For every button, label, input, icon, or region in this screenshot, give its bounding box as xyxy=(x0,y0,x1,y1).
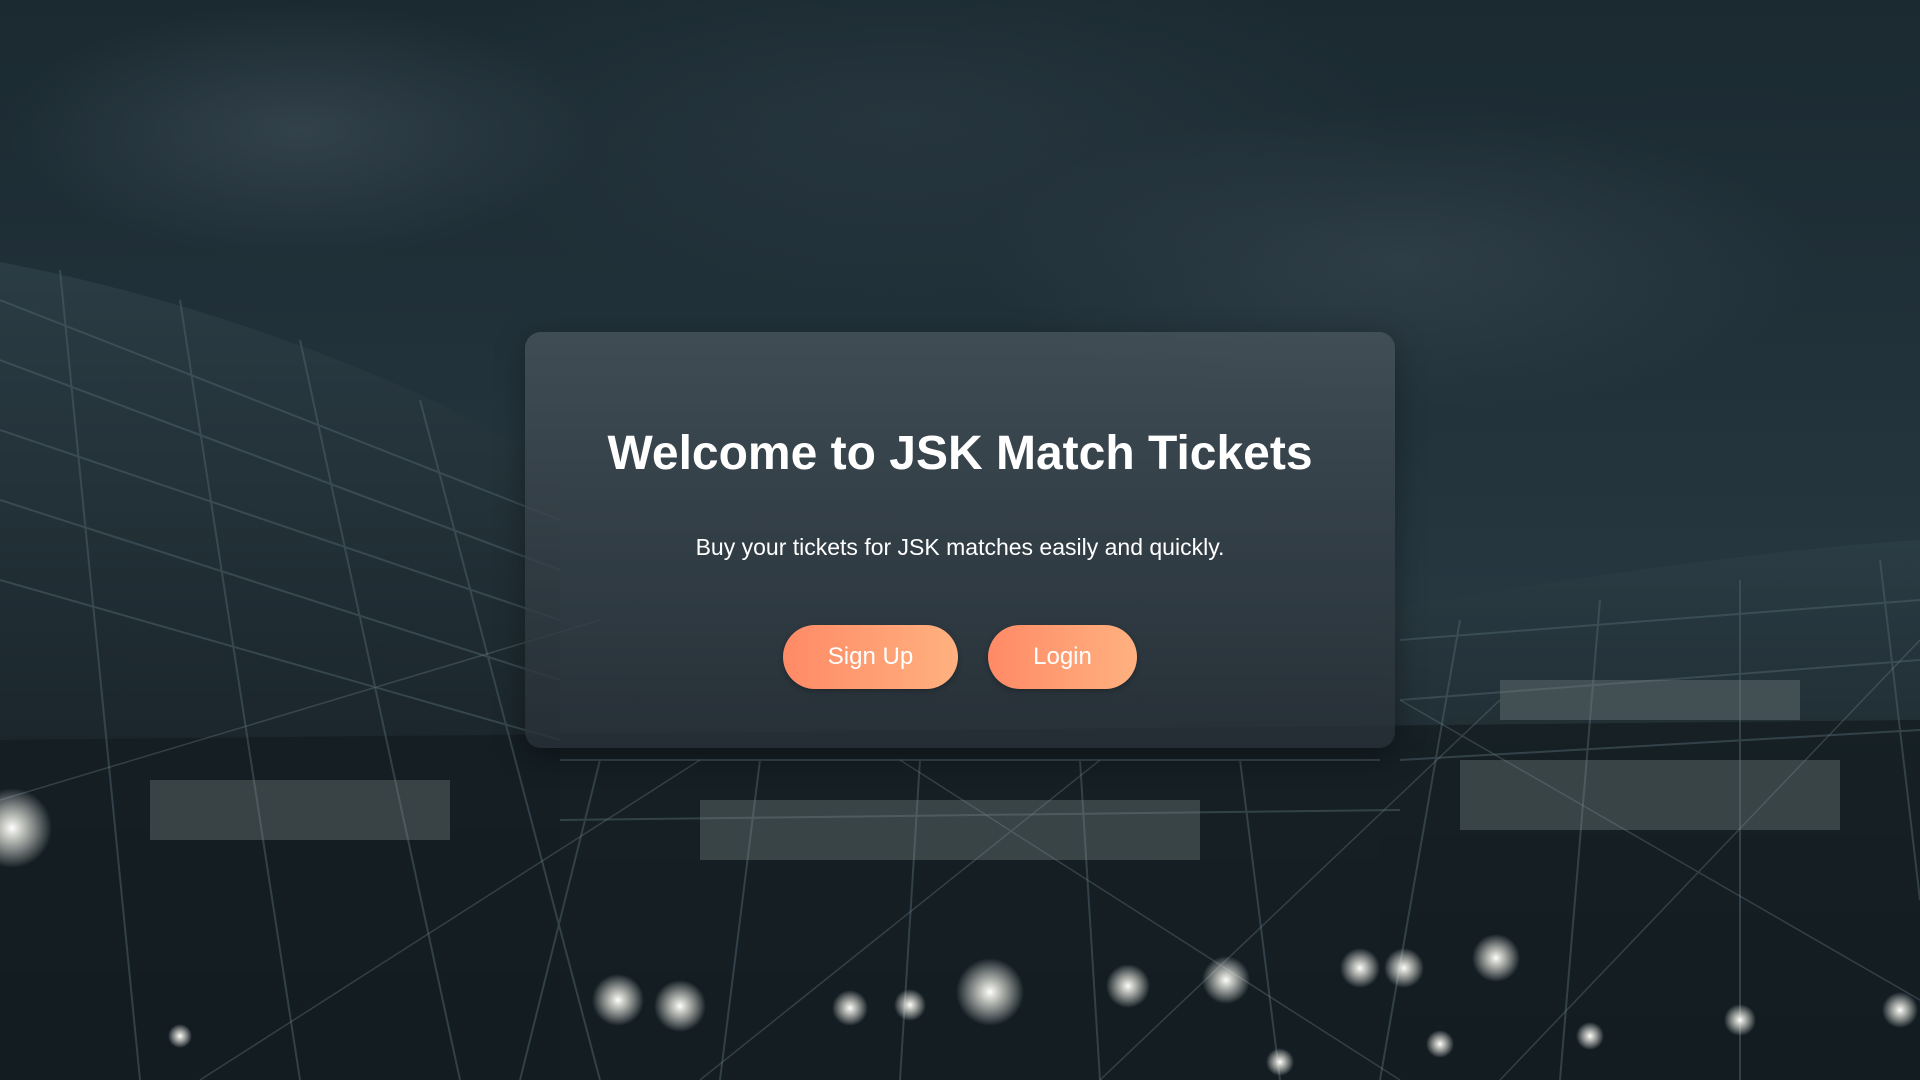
sign-up-button[interactable]: Sign Up xyxy=(783,625,958,689)
page-subtitle: Buy your tickets for JSK matches easily … xyxy=(695,534,1225,560)
action-buttons: Sign Up Login xyxy=(525,625,1395,689)
login-button[interactable]: Login xyxy=(988,625,1137,689)
page-title: Welcome to JSK Match Tickets xyxy=(607,427,1313,480)
welcome-card: Welcome to JSK Match Tickets Buy your ti… xyxy=(525,332,1395,748)
